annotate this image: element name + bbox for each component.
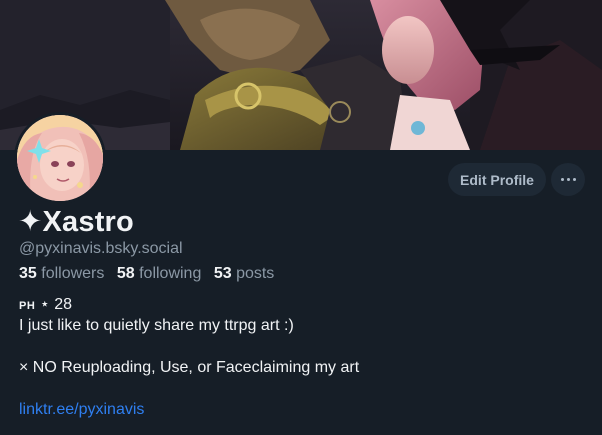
profile-bio: PH ⋆ 28 I just like to quietly share my … [19,294,589,420]
profile-page: Edit Profile ✦Xastro @pyxinavis.bsky.soc… [0,0,602,435]
following-count: 58 [116,265,135,282]
display-name: ✦Xastro [18,206,134,238]
bio-link[interactable]: linktr.ee/pyxinavis [19,401,144,418]
following-link[interactable]: 58 following [117,265,202,282]
following-label: following [139,265,202,282]
bio-line-3: × NO Reuploading, Use, or Faceclaiming m… [19,359,360,376]
followers-link[interactable]: 35 followers [19,265,104,282]
edit-profile-button[interactable]: Edit Profile [448,163,546,196]
bio-country-code: PH [19,300,36,312]
profile-handle: @pyxinavis.bsky.social [19,240,183,257]
posts-count: 53 [213,265,232,282]
profile-stats: 35 followers 58 following 53 posts [19,265,274,283]
bio-age: ⋆ 28 [35,296,72,313]
more-options-button[interactable] [551,163,585,196]
ellipsis-icon [559,178,577,181]
posts-label: posts [236,265,275,282]
posts-stat: 53 posts [214,265,275,282]
followers-count: 35 [19,265,37,282]
bio-line-1: PH ⋆ 28 [19,294,589,315]
bio-line-2: I just like to quietly share my ttrpg ar… [19,317,294,334]
edit-profile-label: Edit Profile [460,171,534,188]
avatar-image [17,115,103,201]
avatar[interactable] [14,112,106,204]
followers-label: followers [41,265,105,282]
